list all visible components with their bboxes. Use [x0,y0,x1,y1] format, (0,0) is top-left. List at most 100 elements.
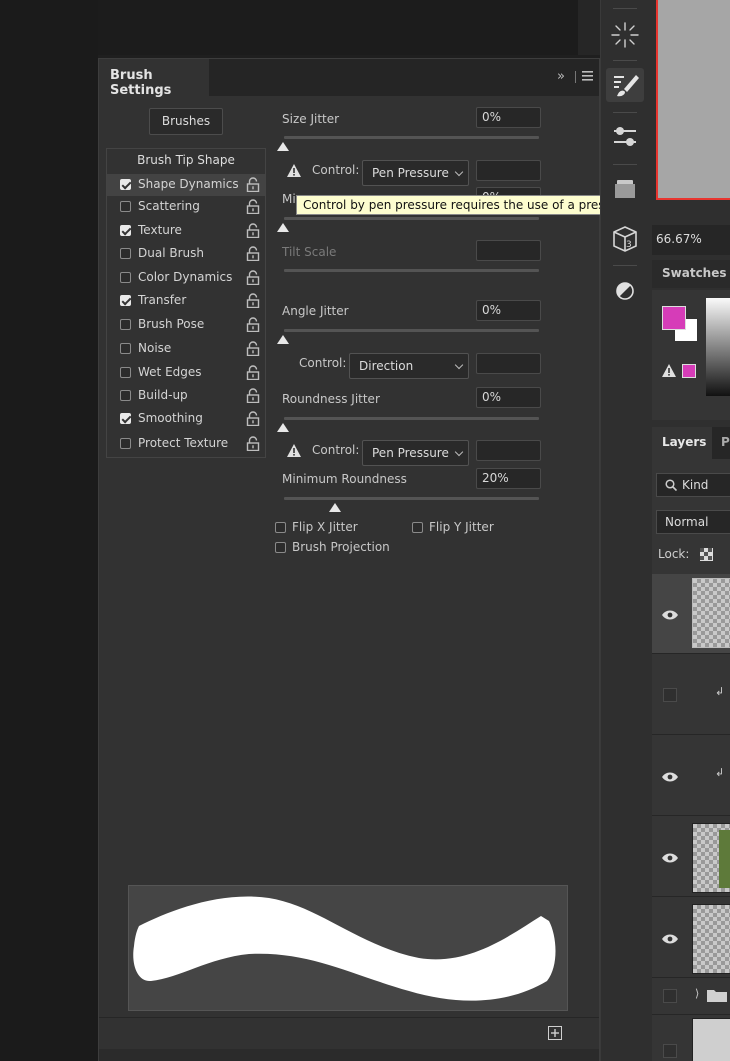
brush-category-item[interactable]: Protect Texture [107,433,265,455]
brush-burst-panel-button[interactable] [606,18,644,52]
category-checkbox[interactable] [120,225,131,236]
angle-jitter-slider[interactable] [284,329,539,332]
size-control-select[interactable]: Pen Pressure [362,160,469,186]
tab-paths[interactable]: Pa [716,427,730,459]
color-gradient[interactable] [706,298,730,396]
category-checkbox[interactable] [120,319,131,330]
category-checkbox[interactable] [120,179,131,190]
layer-row[interactable] [652,898,730,978]
category-checkbox[interactable] [120,295,131,306]
expand-chevron-icon[interactable]: ⟩ [695,987,699,1000]
size-jitter-slider[interactable] [284,136,539,139]
lock-icon[interactable] [246,270,260,285]
lock-transparent-pixels-icon[interactable] [700,548,713,561]
category-checkbox[interactable] [120,438,131,449]
minimum-roundness-field[interactable]: 20% [476,468,541,489]
lock-icon[interactable] [246,293,260,308]
category-checkbox[interactable] [120,390,131,401]
size-jitter-field[interactable]: 0% [476,107,541,128]
lock-icon[interactable] [246,199,260,214]
tab-layers[interactable]: Layers [652,427,712,459]
lock-icon[interactable] [246,317,260,332]
visibility-toggle[interactable] [663,989,677,1003]
brush-category-item[interactable]: Build-up [107,385,265,407]
layer-filter-kind[interactable]: Kind [656,473,730,497]
lock-icon[interactable] [246,246,260,261]
roundness-control-select[interactable]: Pen Pressure [362,440,469,466]
category-checkbox[interactable] [120,367,131,378]
layer-row[interactable]: ↲ [652,736,730,816]
lock-icon[interactable] [246,365,260,380]
foreground-color-swatch[interactable] [662,306,686,330]
layer-row[interactable] [652,1016,730,1061]
eye-icon[interactable] [662,772,678,782]
roundness-jitter-slider[interactable] [284,417,539,420]
angle-control-select[interactable]: Direction [349,353,469,379]
3d-panel-button[interactable]: 3 [606,222,644,256]
layer-row[interactable] [652,817,730,897]
angle-jitter-field[interactable]: 0% [476,300,541,321]
tilt-scale-slider[interactable] [284,269,539,272]
brush-category-item[interactable]: Color Dynamics [107,267,265,289]
minimum-diameter-slider-thumb[interactable] [277,223,289,232]
category-checkbox[interactable] [120,343,131,354]
brushes-button[interactable]: Brushes [149,108,223,135]
brush-projection-checkbox[interactable] [275,542,286,553]
gamut-warning-icon[interactable] [662,364,676,377]
lock-icon[interactable] [246,223,260,238]
size-control-field[interactable] [476,160,541,181]
category-checkbox[interactable] [120,272,131,283]
minimum-roundness-slider-thumb[interactable] [329,503,341,512]
eye-icon[interactable] [662,934,678,944]
brush-category-item[interactable]: Noise [107,338,265,360]
tab-swatches[interactable]: Swatches [652,260,730,288]
category-checkbox[interactable] [120,413,131,424]
collapse-icon[interactable]: » [557,69,565,84]
roundness-jitter-field[interactable]: 0% [476,387,541,408]
roundness-control-field[interactable] [476,440,541,461]
roundness-jitter-slider-thumb[interactable] [277,423,289,432]
visibility-toggle[interactable] [663,1044,677,1058]
lock-icon[interactable] [246,411,260,426]
panel-menu-icon[interactable] [582,71,593,81]
angle-control-field[interactable] [476,353,541,374]
zoom-level-field[interactable]: 66.67% [652,225,730,255]
minimum-roundness-slider[interactable] [284,497,539,500]
lock-icon[interactable] [246,177,260,192]
size-jitter-slider-thumb[interactable] [277,142,289,151]
navigator-preview[interactable] [656,0,730,200]
brush-category-item[interactable]: Shape Dynamics [107,174,265,196]
layer-row[interactable] [652,574,730,654]
adjustments-panel-button[interactable] [606,120,644,154]
brush-category-item[interactable]: Dual Brush [107,243,265,265]
tab-brush-settings[interactable]: Brush Settings [99,59,209,98]
brush-category-item[interactable]: Brush Pose [107,314,265,336]
category-checkbox[interactable] [120,201,131,212]
brush-category-item[interactable]: Transfer [107,290,265,312]
brush-category-item[interactable]: Texture [107,220,265,242]
blend-mode-select[interactable]: Normal [656,510,730,534]
category-checkbox[interactable] [120,248,131,259]
panel-resize-handle[interactable] [99,1049,599,1061]
lock-icon[interactable] [246,341,260,356]
brush-category-item[interactable]: Wet Edges [107,362,265,384]
lock-icon[interactable] [246,436,260,451]
minimum-diameter-slider[interactable] [284,217,539,220]
eye-icon[interactable] [662,853,678,863]
visibility-toggle[interactable] [663,688,677,702]
layer-row[interactable]: ↲ [652,655,730,735]
brush-category-item[interactable]: Scattering [107,196,265,218]
tilt-scale-field[interactable] [476,240,541,261]
layer-group-row[interactable]: ⟩ [652,979,730,1015]
lock-icon[interactable] [246,388,260,403]
in-gamut-color-swatch[interactable] [682,364,696,378]
flip-x-jitter-checkbox[interactable] [275,522,286,533]
libraries-panel-button[interactable] [606,172,644,206]
brush-tip-shape-item[interactable]: Brush Tip Shape [107,153,265,173]
create-new-brush-icon[interactable] [548,1026,562,1040]
color-panel-button[interactable] [606,274,644,308]
angle-jitter-slider-thumb[interactable] [277,335,289,344]
eye-icon[interactable] [662,610,678,620]
brush-category-item[interactable]: Smoothing [107,408,265,430]
flip-y-jitter-checkbox[interactable] [412,522,423,533]
